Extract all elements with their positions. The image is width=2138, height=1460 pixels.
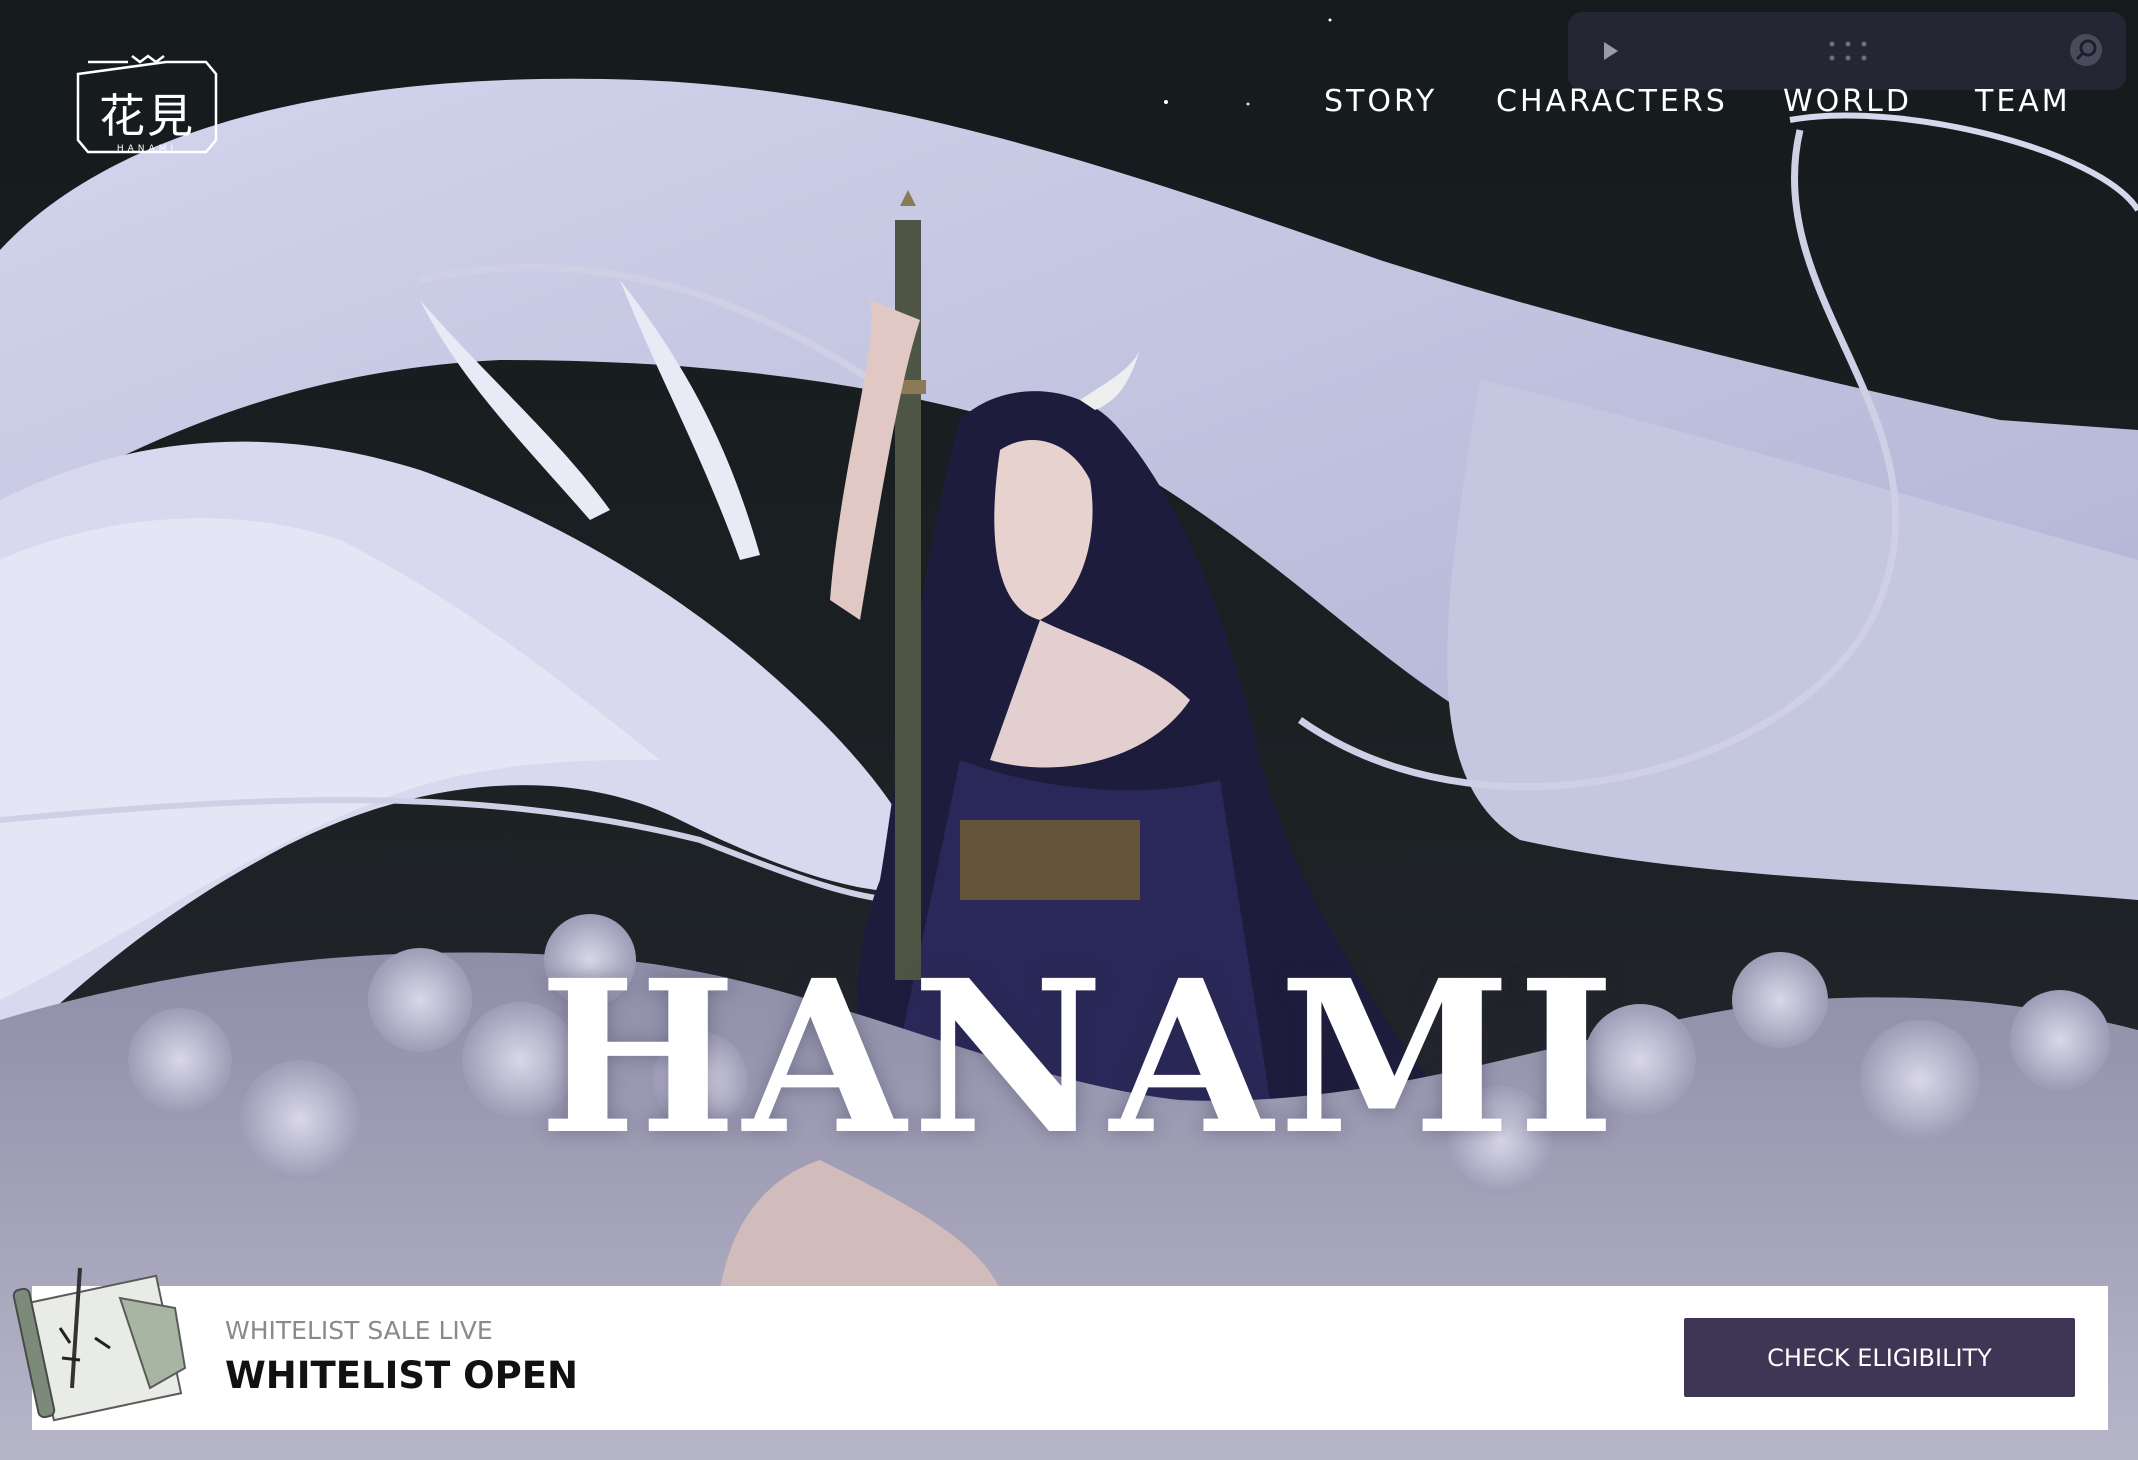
hero-title: HANAMI [538, 934, 1622, 1181]
nav-item-team[interactable]: TEAM [1975, 84, 2071, 119]
banner-kicker: WHITELIST SALE LIVE [225, 1316, 493, 1345]
whitelist-banner: WHITELIST SALE LIVE WHITELIST OPEN CHECK… [12, 1267, 2108, 1430]
play-icon[interactable] [1598, 39, 1622, 63]
nav-item-characters[interactable]: CHARACTERS [1496, 84, 1728, 119]
main-nav: STORY CHARACTERS WORLD TEAM [0, 84, 2138, 128]
check-eligibility-button[interactable]: CHECK ELIGIBILITY [1684, 1318, 2075, 1397]
nav-item-world[interactable]: WORLD [1783, 84, 1912, 119]
hero-section: 花見 HANAMI STORY CHARACTERS WORLD TEAM HA… [0, 0, 2138, 1460]
search-icon[interactable] [2068, 32, 2104, 68]
music-player [1568, 12, 2126, 90]
logo-subtitle: HANAMI [116, 144, 178, 154]
nav-item-story[interactable]: STORY [1324, 84, 1437, 119]
hero-artwork [0, 0, 2138, 1460]
grip-dots-icon[interactable] [1826, 38, 1870, 64]
banner-title: WHITELIST OPEN [225, 1354, 578, 1397]
scroll-illustration-icon [12, 1267, 187, 1422]
